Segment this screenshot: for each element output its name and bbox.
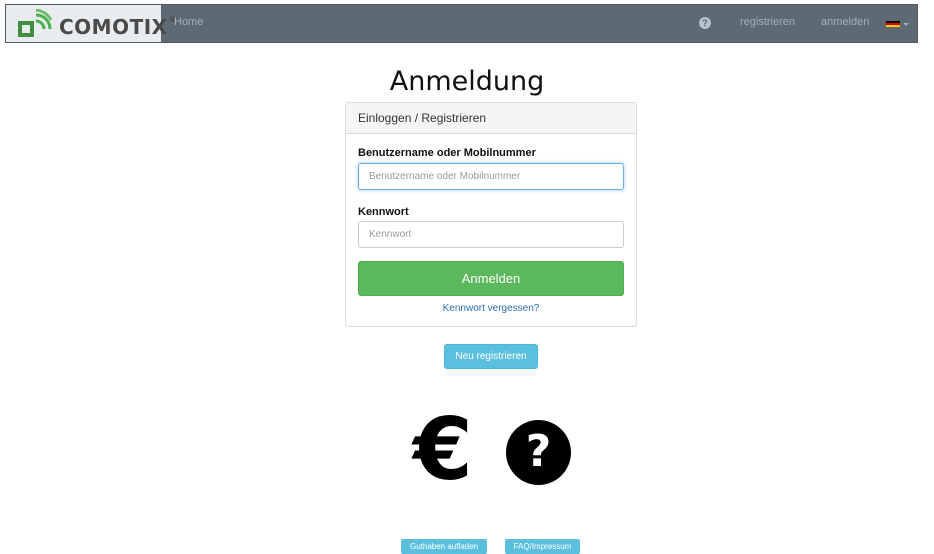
username-label: Benutzername oder Mobilnummer bbox=[358, 147, 536, 159]
nav-home-link[interactable]: Home bbox=[174, 16, 203, 28]
faq-imprint-button[interactable]: FAQ/Impressum bbox=[505, 539, 580, 554]
brand-name: COMOTIX® bbox=[59, 15, 178, 39]
topup-button[interactable]: Guthaben aufladen bbox=[401, 539, 487, 554]
help-question-icon[interactable]: ? bbox=[506, 420, 571, 485]
forgot-password-link[interactable]: Kennwort vergessen? bbox=[346, 303, 636, 314]
register-button[interactable]: Neu registrieren bbox=[444, 344, 538, 369]
page-title: Anmeldung bbox=[389, 66, 545, 97]
password-input[interactable]: Kennwort bbox=[358, 221, 624, 248]
question-circle-icon[interactable]: ? bbox=[699, 17, 711, 29]
password-label: Kennwort bbox=[358, 206, 409, 218]
chevron-down-icon[interactable] bbox=[903, 23, 909, 26]
panel-heading: Einloggen / Registrieren bbox=[346, 103, 636, 134]
top-navbar: COMOTIX® Home ? registrieren anmelden bbox=[5, 4, 918, 43]
nav-login-link[interactable]: anmelden bbox=[821, 16, 869, 28]
euro-icon[interactable]: € bbox=[413, 407, 473, 493]
username-input[interactable]: Benutzername oder Mobilnummer bbox=[358, 163, 624, 190]
login-panel: Einloggen / Registrieren Benutzername od… bbox=[345, 102, 637, 327]
nav-register-link[interactable]: registrieren bbox=[740, 16, 795, 28]
brand-logo[interactable]: COMOTIX® bbox=[6, 5, 177, 42]
german-flag-icon[interactable] bbox=[886, 21, 900, 27]
comotix-logo-icon bbox=[18, 9, 52, 37]
login-button[interactable]: Anmelden bbox=[358, 261, 624, 296]
